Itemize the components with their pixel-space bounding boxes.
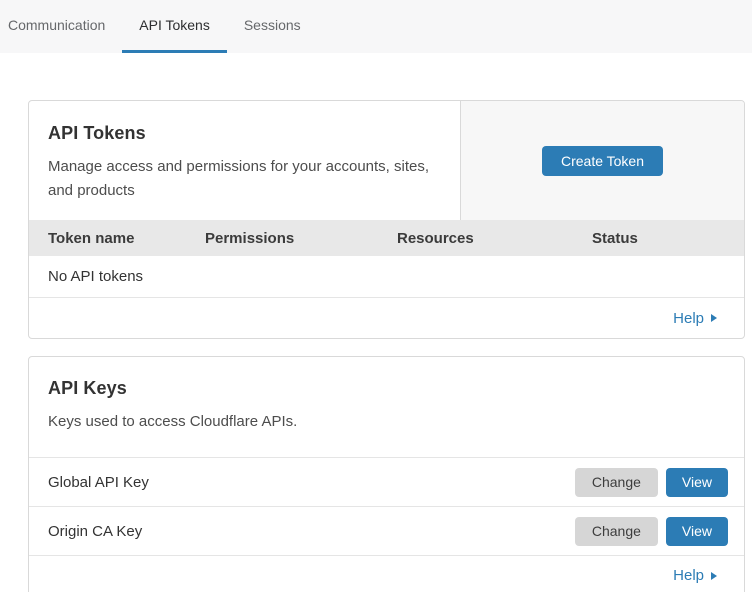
origin-ca-key-change-button[interactable]: Change xyxy=(575,517,658,546)
global-api-key-change-button[interactable]: Change xyxy=(575,468,658,497)
settings-tab-bar: Communication API Tokens Sessions xyxy=(0,0,752,53)
help-link[interactable]: Help xyxy=(673,310,717,327)
help-link[interactable]: Help xyxy=(673,567,717,584)
page-content: API Tokens Manage access and permissions… xyxy=(0,53,752,592)
api-tokens-card-footer: Help xyxy=(29,298,744,338)
column-header-status: Status xyxy=(592,230,744,247)
tokens-table-header: Token name Permissions Resources Status xyxy=(29,220,744,256)
help-link-label: Help xyxy=(673,310,704,327)
api-keys-title: API Keys xyxy=(48,378,725,399)
help-arrow-icon xyxy=(711,572,717,580)
global-api-key-label: Global API Key xyxy=(48,474,149,491)
tab-api-tokens[interactable]: API Tokens xyxy=(122,0,227,53)
help-link-label: Help xyxy=(673,567,704,584)
help-arrow-icon xyxy=(711,314,717,322)
origin-ca-key-row: Origin CA Key Change View xyxy=(29,506,744,555)
api-keys-card-footer: Help xyxy=(29,555,744,592)
global-api-key-row: Global API Key Change View xyxy=(29,457,744,506)
column-header-resources: Resources xyxy=(397,230,592,247)
create-token-button[interactable]: Create Token xyxy=(542,146,663,176)
global-api-key-view-button[interactable]: View xyxy=(666,468,728,497)
api-tokens-card-header: API Tokens Manage access and permissions… xyxy=(29,101,744,220)
api-tokens-card: API Tokens Manage access and permissions… xyxy=(28,100,745,339)
api-keys-card-header: API Keys Keys used to access Cloudflare … xyxy=(29,357,744,457)
api-keys-description: Keys used to access Cloudflare APIs. xyxy=(48,410,443,434)
tokens-empty-message: No API tokens xyxy=(48,268,143,285)
api-tokens-card-header-action: Create Token xyxy=(460,101,744,220)
column-header-token-name: Token name xyxy=(48,230,205,247)
tab-sessions[interactable]: Sessions xyxy=(227,0,318,53)
column-header-permissions: Permissions xyxy=(205,230,397,247)
origin-ca-key-label: Origin CA Key xyxy=(48,523,142,540)
api-tokens-title: API Tokens xyxy=(48,123,441,144)
tab-communication[interactable]: Communication xyxy=(0,0,122,53)
api-tokens-description: Manage access and permissions for your a… xyxy=(48,155,441,203)
tokens-empty-row: No API tokens xyxy=(29,256,744,298)
api-tokens-card-header-text: API Tokens Manage access and permissions… xyxy=(29,101,460,220)
origin-ca-key-view-button[interactable]: View xyxy=(666,517,728,546)
api-keys-card: API Keys Keys used to access Cloudflare … xyxy=(28,356,745,592)
